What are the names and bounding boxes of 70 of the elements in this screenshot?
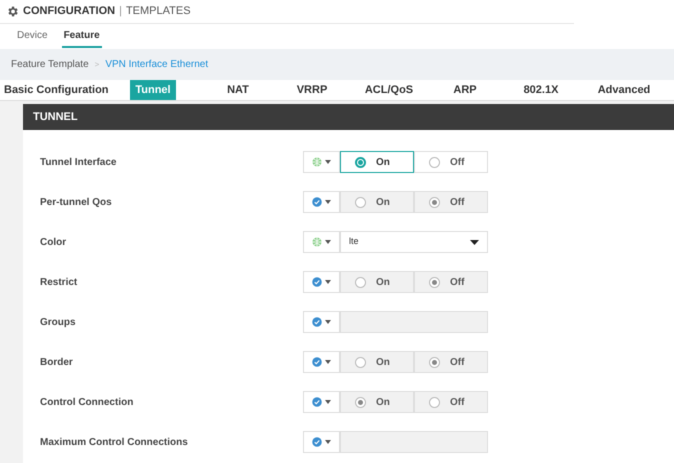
radio-option[interactable]: Off (414, 391, 488, 413)
scope-dropdown[interactable] (303, 351, 340, 373)
caret-icon (325, 200, 331, 204)
radio-option[interactable]: On (340, 151, 414, 173)
field-label: Restrict (39, 276, 78, 290)
radio-option[interactable]: Off (414, 351, 488, 373)
globe-icon (312, 237, 322, 247)
radio-button[interactable] (355, 396, 366, 408)
scope-dropdown[interactable] (303, 231, 340, 253)
field-label: Maximum Control Connections (39, 436, 189, 450)
radio-option[interactable]: On (340, 191, 414, 213)
caret-icon (325, 240, 331, 244)
breadcrumb-current: VPN Interface Ethernet (105, 58, 208, 72)
page-title: CONFIGURATION (23, 4, 116, 20)
radio-option[interactable]: Off (414, 151, 488, 173)
field-label: Per-tunnel Qos (39, 196, 113, 210)
check-circle-icon (312, 357, 322, 367)
caret-icon (325, 160, 331, 164)
breadcrumb-link[interactable]: Feature Template (11, 57, 89, 72)
scope-dropdown[interactable] (303, 151, 340, 173)
radio-option[interactable]: Off (414, 191, 488, 213)
field-label: Border (39, 356, 74, 370)
caret-icon (470, 240, 479, 244)
caret-icon (325, 400, 331, 404)
radio-option[interactable]: On (340, 351, 414, 373)
radio-button[interactable] (429, 196, 440, 208)
check-circle-icon (312, 277, 322, 287)
check-circle-icon (312, 317, 322, 327)
section-tab[interactable]: 802.1X (498, 80, 584, 100)
radio-button[interactable] (429, 396, 440, 408)
settings-icon (6, 5, 19, 18)
section-tab[interactable]: ARP (432, 80, 498, 100)
section-tab[interactable]: Advanced (584, 80, 664, 100)
radio-option[interactable]: Off (414, 271, 488, 293)
radio-button[interactable] (429, 156, 440, 168)
scope-dropdown[interactable] (303, 391, 340, 413)
radio-option[interactable]: On (340, 391, 414, 413)
radio-button[interactable] (355, 276, 366, 288)
radio-button[interactable] (429, 276, 440, 288)
caret-icon (325, 360, 331, 364)
scope-dropdown[interactable] (303, 431, 340, 453)
radio-option[interactable]: On (340, 271, 414, 293)
check-circle-icon (312, 437, 322, 447)
caret-icon (325, 440, 331, 444)
radio-button[interactable] (429, 356, 440, 368)
title-divider: | (119, 4, 122, 20)
field-label: Tunnel Interface (39, 156, 118, 170)
radio-button[interactable] (355, 156, 366, 168)
radio-button[interactable] (355, 356, 366, 368)
section-tab[interactable]: ACL/QoS (346, 80, 432, 100)
scope-dropdown[interactable] (303, 311, 340, 333)
breadcrumb-separator: > (94, 58, 100, 70)
globe-icon (312, 157, 322, 167)
caret-icon (325, 320, 331, 324)
page-subtitle: TEMPLATES (126, 4, 191, 20)
scope-dropdown[interactable] (303, 271, 340, 293)
field-label: Color (39, 236, 68, 250)
view-tab[interactable]: Device (17, 28, 48, 48)
section-tab[interactable]: Basic Configuration (0, 80, 118, 100)
radio-button[interactable] (355, 196, 366, 208)
caret-icon (325, 280, 331, 284)
panel-header: TUNNEL (23, 104, 674, 130)
select-field[interactable]: lte (340, 231, 488, 253)
field-label: Control Connection (39, 396, 134, 410)
scope-dropdown[interactable] (303, 191, 340, 213)
field-label: Groups (39, 316, 77, 330)
check-circle-icon (312, 197, 322, 207)
check-circle-icon (312, 397, 322, 407)
section-tab[interactable]: VRRP (278, 80, 346, 100)
section-tab[interactable]: NAT (198, 80, 278, 100)
